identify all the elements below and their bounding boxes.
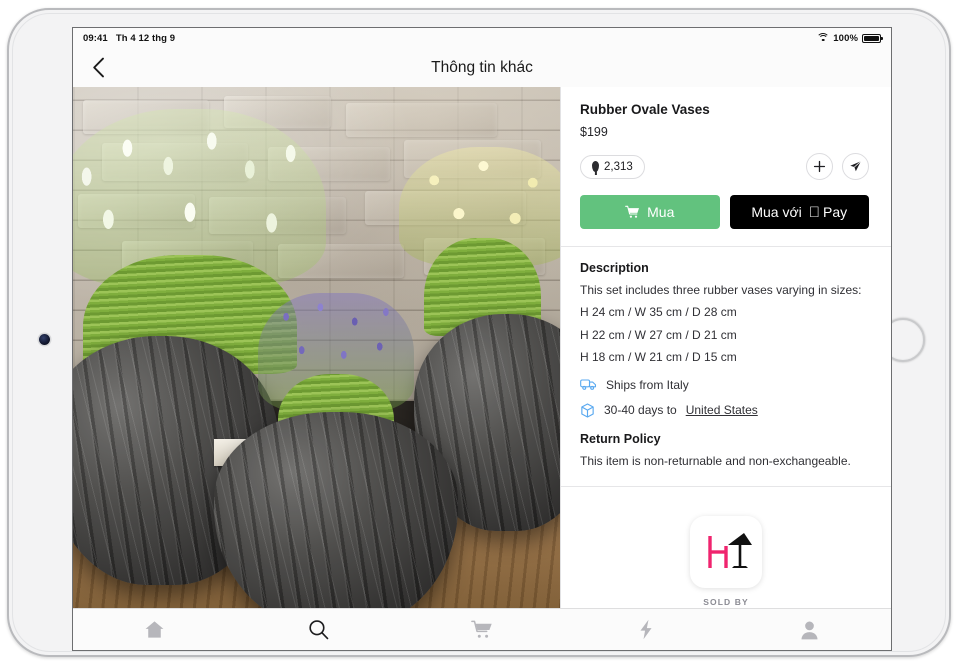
- tab-bolt[interactable]: [564, 609, 728, 650]
- description-heading: Description: [580, 261, 649, 275]
- pin-icon: [592, 161, 599, 172]
- send-icon: [850, 161, 862, 172]
- apple-logo-icon: : [809, 205, 820, 220]
- status-bar-right: 100%: [816, 32, 883, 44]
- ships-from-label: Ships from Italy: [606, 377, 689, 392]
- person-icon: [801, 621, 818, 639]
- status-time: 09:41: [83, 32, 108, 44]
- apple-pay-button[interactable]: Mua với  Pay: [729, 195, 869, 229]
- chair-lamp-logo-icon: [708, 533, 752, 568]
- battery-percent-label: 100%: [833, 32, 858, 44]
- screen: 09:41 Th 4 12 thg 9 100% Thông tin khác: [72, 27, 892, 651]
- plus-icon: [813, 160, 826, 173]
- seller-logo: [690, 516, 762, 588]
- secondary-actions: [806, 153, 869, 180]
- divider-above-seller: [561, 485, 891, 487]
- back-button[interactable]: [85, 55, 111, 81]
- product-price: $199: [580, 125, 608, 139]
- product-image-pane[interactable]: [73, 87, 560, 628]
- tab-search[interactable]: [237, 609, 401, 650]
- product-gallery-image[interactable]: [73, 87, 560, 628]
- vase-center-front: [214, 411, 458, 628]
- apple-pay-prefix: Mua với: [751, 204, 802, 220]
- status-date: Th 4 12 thg 9: [115, 32, 176, 44]
- page-title: Thông tin khác: [431, 58, 533, 76]
- description-line-4: H 18 cm / W 21 cm / D 15 cm: [580, 350, 737, 365]
- description-line-1: This set includes three rubber vases var…: [580, 283, 862, 297]
- truck-icon: [580, 379, 597, 390]
- add-button[interactable]: [806, 153, 833, 180]
- ships-from-row: Ships from Italy: [580, 378, 869, 392]
- tab-profile[interactable]: [727, 609, 891, 650]
- device-frame: 09:41 Th 4 12 thg 9 100% Thông tin khác: [7, 8, 951, 657]
- home-icon: [145, 621, 164, 638]
- purchase-buttons: Mua Mua với  Pay: [580, 195, 869, 229]
- delivery-country-link[interactable]: United States: [686, 403, 758, 417]
- saves-count-badge[interactable]: 2,313: [580, 154, 645, 179]
- sold-by-label: SOLD BY: [703, 597, 749, 607]
- buy-button-label: Mua: [647, 204, 675, 220]
- bolt-icon: [640, 619, 652, 640]
- nav-bar: Thông tin khác: [73, 48, 891, 87]
- wifi-icon: [816, 33, 830, 43]
- search-icon: [309, 620, 329, 640]
- product-details-pane: Rubber Ovale Vases $199 2,313 Mua Mua vớ…: [560, 87, 891, 628]
- return-policy-text: This item is non-returnable and non-exch…: [580, 453, 851, 468]
- tab-cart[interactable]: [400, 609, 564, 650]
- delivery-estimate-label: 30-40 days to: [604, 403, 677, 418]
- return-policy-heading: Return Policy: [580, 431, 661, 446]
- description-line-3: H 22 cm / W 27 cm / D 21 cm: [580, 327, 737, 342]
- status-bar-left: 09:41 Th 4 12 thg 9: [83, 33, 175, 44]
- tab-bar: [73, 608, 891, 650]
- chevron-left-icon: [92, 57, 104, 78]
- package-icon: [581, 402, 594, 418]
- front-camera: [39, 334, 50, 345]
- battery-icon: [862, 33, 883, 43]
- product-title: Rubber Ovale Vases: [580, 102, 710, 117]
- description-line-2: H 24 cm / W 35 cm / D 28 cm: [580, 305, 737, 320]
- buy-button[interactable]: Mua: [580, 195, 720, 229]
- saves-count-label: 2,313: [604, 160, 633, 173]
- cart-icon: [625, 205, 640, 218]
- divider-above-description: [561, 246, 891, 247]
- content-area: Rubber Ovale Vases $199 2,313 Mua Mua vớ…: [73, 87, 891, 628]
- tab-home[interactable]: [73, 609, 237, 650]
- cart-icon: [471, 620, 492, 638]
- product-action-row: 2,313: [580, 153, 869, 180]
- apple-pay-suffix: Pay: [817, 204, 847, 220]
- status-bar: 09:41 Th 4 12 thg 9 100%: [73, 28, 891, 48]
- share-button[interactable]: [842, 153, 869, 180]
- delivery-estimate-row: 30-40 days to United States: [580, 402, 869, 418]
